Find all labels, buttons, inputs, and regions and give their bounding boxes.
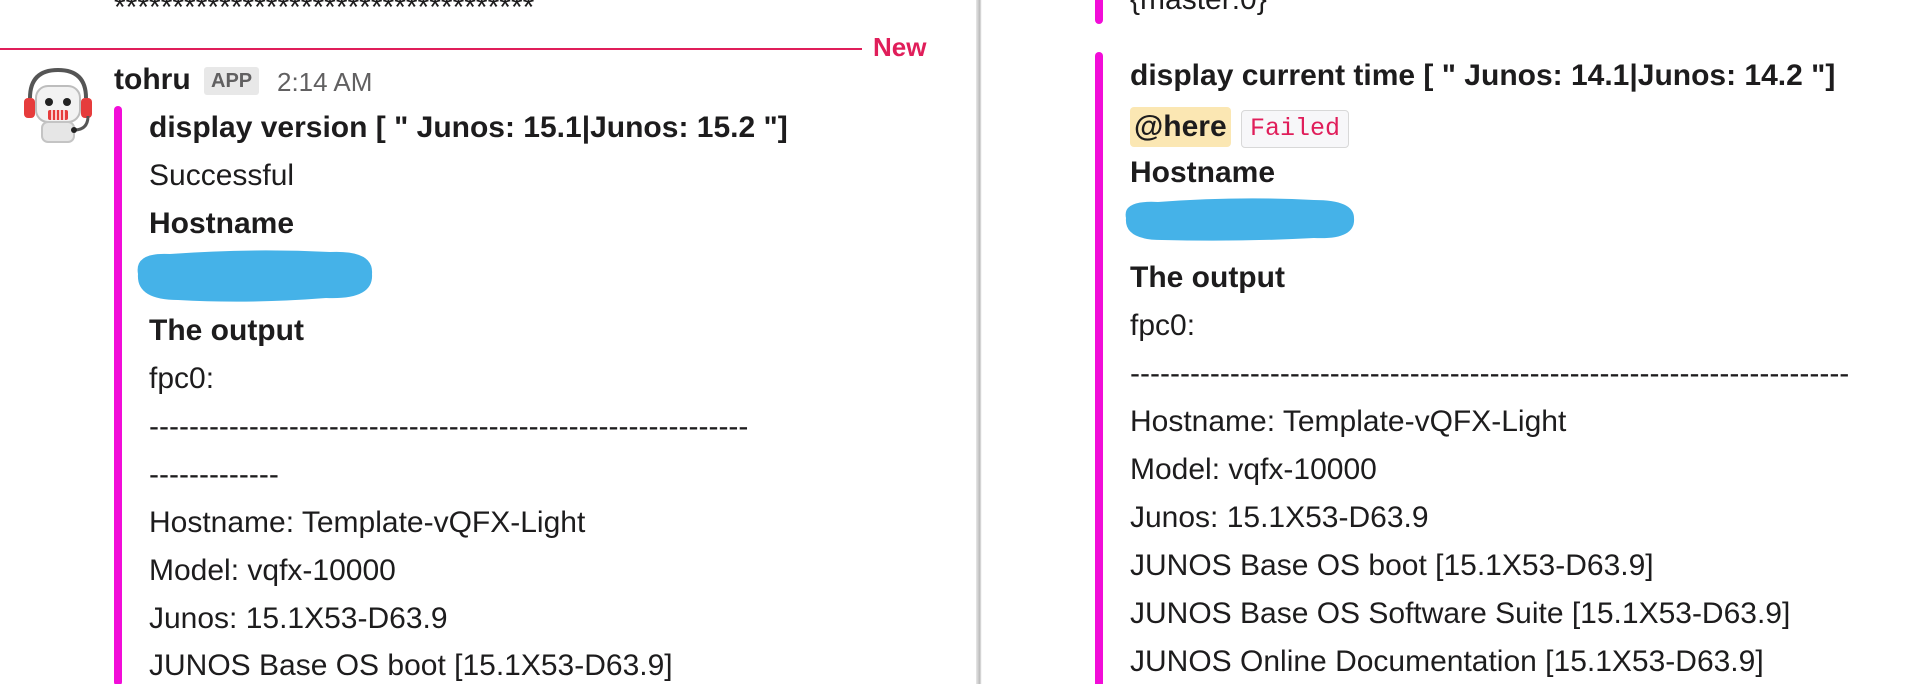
message-timestamp[interactable]: 2:14 AM (277, 62, 372, 102)
previous-message-line: ************************************ (114, 0, 535, 24)
attachment-title: display version [ " Junos: 15.1|Junos: 1… (149, 111, 788, 144)
pane-divider[interactable] (976, 0, 990, 684)
message-username[interactable]: tohru (114, 60, 191, 100)
previous-attachment-accent-bar (1095, 0, 1103, 24)
redaction-mark (137, 250, 373, 302)
output-line: ----------------------------------------… (1130, 357, 1850, 390)
left-message-pane: ************************************ New… (0, 0, 976, 684)
here-mention[interactable]: @here (1130, 107, 1231, 147)
output-line: fpc0: (149, 362, 215, 395)
output-line: ----------------------------------------… (149, 410, 749, 443)
new-messages-divider (0, 48, 862, 50)
output-line: Hostname: Template-vQFX-Light (149, 506, 586, 539)
output-label: The output (1130, 261, 1285, 294)
failed-status-code: Failed (1241, 110, 1350, 148)
output-label: The output (149, 314, 304, 347)
hostname-label: Hostname (149, 207, 295, 240)
output-line: JUNOS Online Documentation [15.1X53-D63.… (1130, 645, 1764, 678)
output-line: Hostname: Template-vQFX-Light (1130, 405, 1567, 438)
output-line: Model: vqfx-10000 (149, 554, 396, 587)
previous-message-line: {master:0} (1130, 0, 1267, 20)
right-message-pane: {master:0} display current time [ " Juno… (990, 0, 1926, 684)
app-badge: APP (204, 67, 260, 95)
output-line: JUNOS Base OS boot [15.1X53-D63.9] (1130, 549, 1654, 582)
output-line: Junos: 15.1X53-D63.9 (1130, 501, 1429, 534)
output-line: Model: vqfx-10000 (1130, 453, 1377, 486)
hostname-label: Hostname (1130, 156, 1276, 189)
new-messages-label: New (873, 32, 927, 62)
output-line: JUNOS Base OS boot [15.1X53-D63.9] (149, 649, 673, 682)
output-line: fpc0: (1130, 309, 1196, 342)
redaction-mark (1125, 198, 1355, 241)
output-line: Junos: 15.1X53-D63.9 (149, 602, 448, 635)
attachment-accent-bar (1095, 52, 1103, 684)
output-line: JUNOS Base OS Software Suite [15.1X53-D6… (1130, 597, 1791, 630)
status-text: Successful (149, 159, 295, 192)
attachment-title: display current time [ " Junos: 14.1|Jun… (1130, 59, 1836, 92)
attachment-accent-bar (114, 106, 122, 684)
robot-avatar-icon[interactable] (18, 64, 98, 144)
output-line: ------------- (149, 458, 279, 491)
